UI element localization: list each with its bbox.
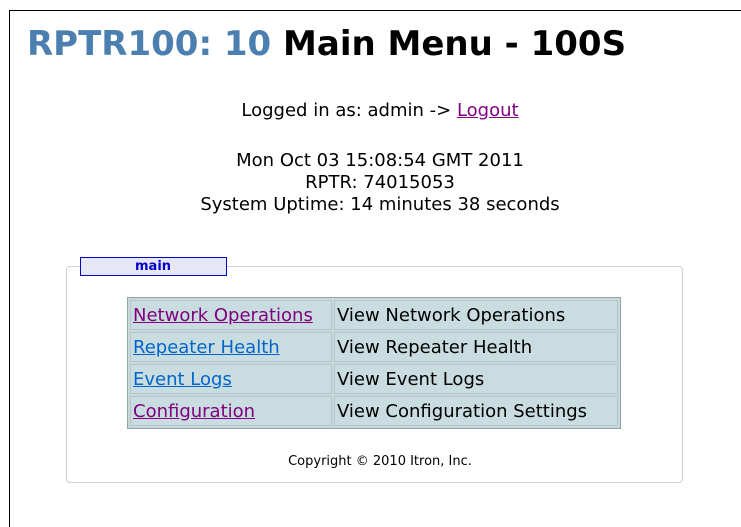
menu-description: View Event Logs [334, 364, 618, 394]
menu-link-cell: Configuration [130, 396, 332, 426]
repeater-health-link[interactable]: Repeater Health [133, 337, 280, 358]
event-logs-link[interactable]: Event Logs [133, 369, 232, 390]
menu-description: View Configuration Settings [334, 396, 618, 426]
table-row: Network Operations View Network Operatio… [130, 300, 618, 330]
menu-link-cell: Network Operations [130, 300, 332, 330]
menu-link-cell: Event Logs [130, 364, 332, 394]
datetime-text: Mon Oct 03 15:08:54 GMT 2011 [236, 150, 524, 171]
table-row: Repeater Health View Repeater Health [130, 332, 618, 362]
table-row: Event Logs View Event Logs [130, 364, 618, 394]
main-menu-table: Network Operations View Network Operatio… [127, 297, 621, 429]
system-info: Mon Oct 03 15:08:54 GMT 2011 RPTR: 74015… [0, 150, 741, 216]
menu-link-cell: Repeater Health [130, 332, 332, 362]
logout-link[interactable]: Logout [457, 100, 519, 121]
copyright-text: Copyright © 2010 Itron, Inc. [288, 454, 472, 469]
page-title: RPTR100: 10 Main Menu - 100S [27, 24, 626, 64]
network-operations-link[interactable]: Network Operations [133, 305, 313, 326]
menu-description: View Network Operations [334, 300, 618, 330]
panel-tab-main[interactable]: main [80, 257, 227, 276]
menu-description: View Repeater Health [334, 332, 618, 362]
rptr-id-text: RPTR: 74015053 [305, 172, 455, 193]
login-status: Logged in as: admin -> Logout [0, 100, 741, 122]
table-row: Configuration View Configuration Setting… [130, 396, 618, 426]
configuration-link[interactable]: Configuration [133, 401, 255, 422]
device-label: RPTR100: 10 [27, 24, 272, 64]
uptime-text: System Uptime: 14 minutes 38 seconds [200, 194, 560, 215]
menu-title: Main Menu - 100S [283, 24, 627, 64]
logged-in-text: Logged in as: admin -> [241, 100, 452, 121]
